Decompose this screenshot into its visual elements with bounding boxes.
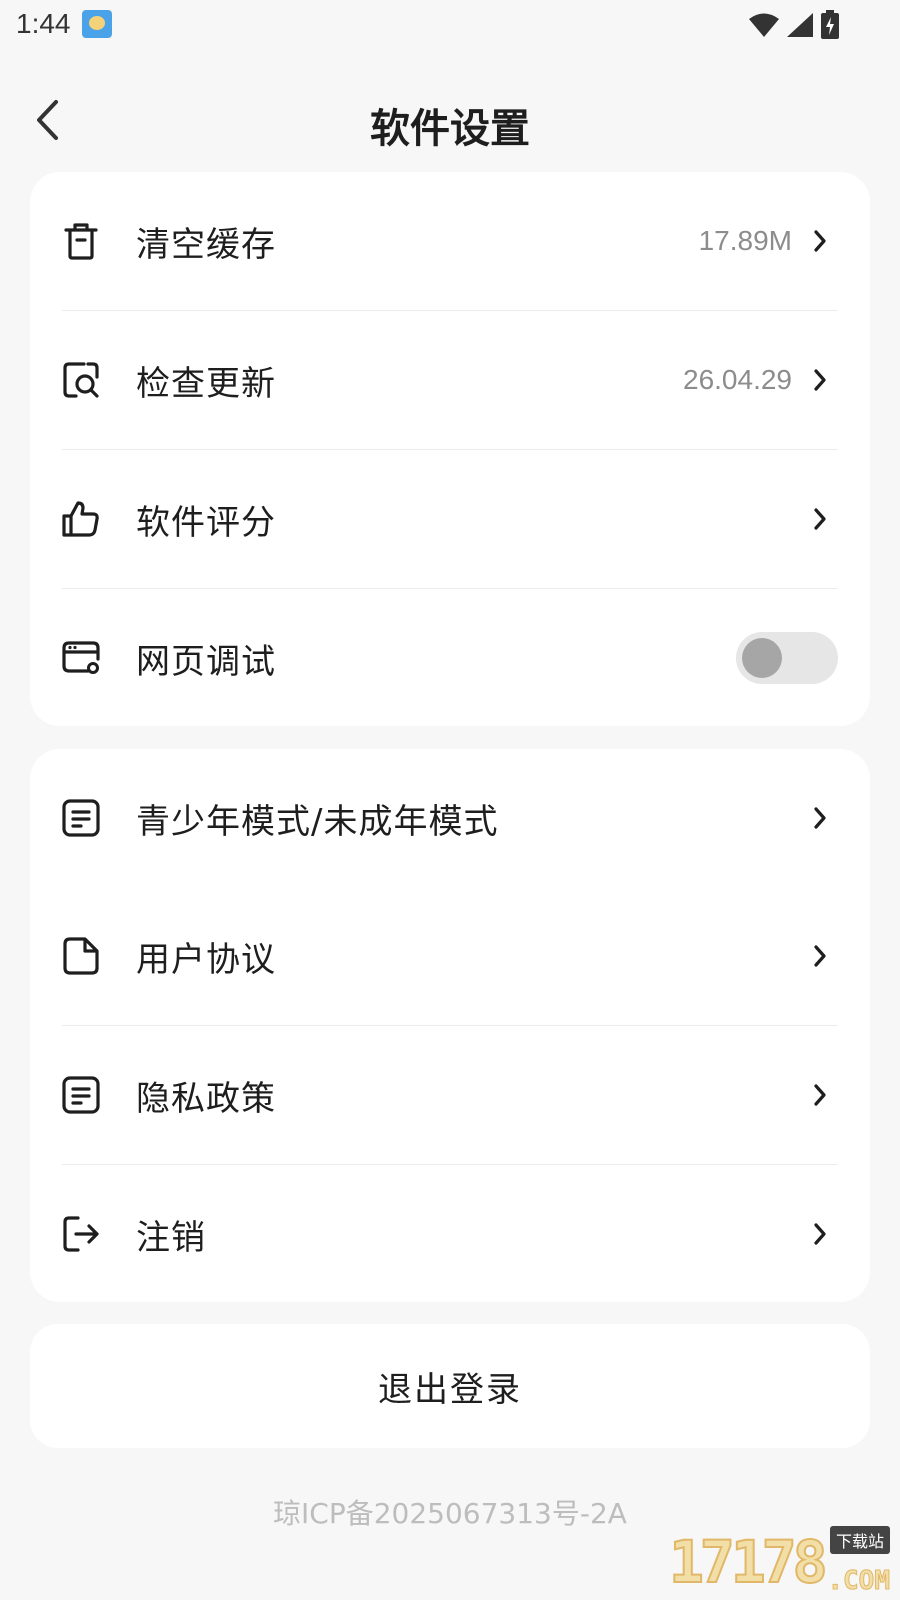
status-indicators (748, 10, 840, 40)
note-icon (60, 1074, 102, 1116)
cancel-account-row[interactable]: 注销 (30, 1165, 870, 1303)
chevron-right-icon (810, 804, 830, 832)
web-debug-label: 网页调试 (136, 641, 276, 682)
note-icon (60, 797, 102, 839)
watermark-tag: 下载站 (829, 1526, 890, 1554)
web-debug-toggle[interactable] (736, 632, 838, 684)
chevron-right-icon (810, 942, 830, 970)
privacy-policy-row[interactable]: 隐私政策 (30, 1026, 870, 1164)
logout-button[interactable]: 退出登录 (30, 1324, 870, 1448)
chevron-right-icon (810, 1220, 830, 1248)
watermark-number: 17178 (668, 1527, 829, 1597)
rate-app-label: 软件评分 (136, 502, 276, 543)
status-time: 1:44 (16, 8, 71, 39)
chevron-right-icon (810, 227, 830, 255)
page-title: 软件设置 (370, 106, 530, 152)
trash-icon (60, 220, 102, 262)
youth-mode-label: 青少年模式/未成年模式 (136, 801, 499, 842)
status-bar: 1:44 (0, 0, 900, 50)
toggle-knob (742, 638, 782, 678)
settings-card-legal: 青少年模式/未成年模式 用户协议 隐私政策 注销 (30, 749, 870, 1302)
settings-card-general: 清空缓存 17.89M 检查更新 26.04.29 软件评分 网页调试 (30, 172, 870, 726)
user-agreement-row[interactable]: 用户协议 (30, 887, 870, 1025)
web-debug-row: 网页调试 (30, 589, 870, 727)
cache-size-value: 17.89M (698, 225, 792, 256)
version-value: 26.04.29 (683, 364, 792, 395)
watermark-suffix: .COM (827, 1566, 891, 1597)
browser-icon (60, 637, 102, 679)
logout-icon (60, 1213, 102, 1255)
document-icon (60, 935, 102, 977)
youth-mode-row[interactable]: 青少年模式/未成年模式 (30, 749, 870, 887)
cancel-account-label: 注销 (136, 1217, 206, 1258)
thumbs-up-icon (60, 498, 102, 540)
clear-cache-row[interactable]: 清空缓存 17.89M (30, 172, 870, 310)
battery-icon (821, 10, 839, 39)
rate-app-row[interactable]: 软件评分 (30, 450, 870, 588)
site-watermark: 17178 下载站 .COM (668, 1526, 894, 1597)
check-update-row[interactable]: 检查更新 26.04.29 (30, 311, 870, 449)
user-agreement-label: 用户协议 (136, 939, 276, 980)
logout-label: 退出登录 (378, 1369, 522, 1410)
app-notification-icon (82, 10, 112, 38)
search-document-icon (60, 359, 102, 401)
chevron-right-icon (810, 1081, 830, 1109)
privacy-policy-label: 隐私政策 (136, 1078, 276, 1119)
clear-cache-label: 清空缓存 (136, 224, 276, 265)
chevron-right-icon (810, 505, 830, 533)
chevron-right-icon (810, 366, 830, 394)
nav-bar: 软件设置 (0, 70, 900, 170)
signal-icon (787, 13, 813, 37)
check-update-label: 检查更新 (136, 363, 276, 404)
wifi-icon (749, 13, 779, 37)
